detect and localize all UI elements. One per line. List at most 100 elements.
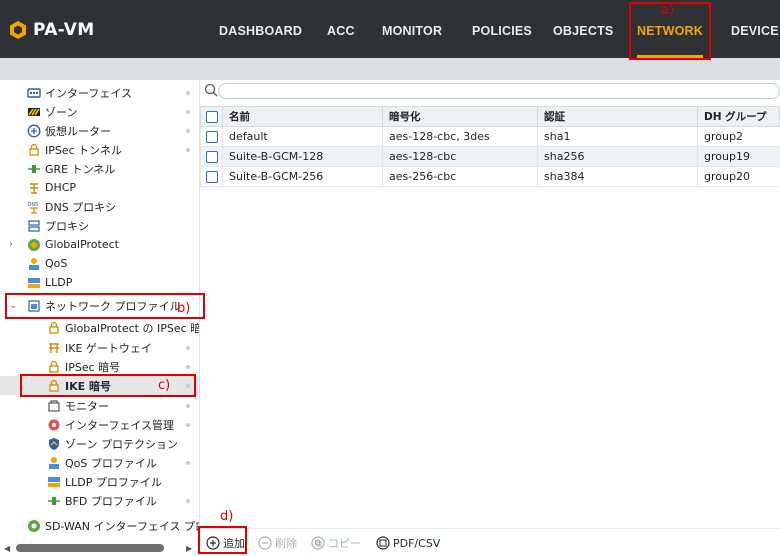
search-input[interactable] bbox=[218, 83, 780, 99]
row-name-link[interactable]: default bbox=[222, 126, 383, 147]
interface-icon bbox=[27, 87, 41, 98]
tab-policies[interactable]: POLICIES bbox=[472, 0, 532, 58]
table-row[interactable]: default aes-128-cbc, 3des sha1 group2 bbox=[200, 126, 780, 147]
collapse-arrow-icon[interactable]: ⌄ bbox=[9, 300, 17, 311]
column-header-dh-group[interactable]: DH グループ bbox=[697, 106, 780, 127]
sidebar-item-ike-gateways[interactable]: IKE ゲートウェイ bbox=[0, 338, 199, 357]
copy-button[interactable]: コピー bbox=[311, 534, 361, 552]
monitor-icon bbox=[48, 399, 60, 412]
plus-circle-icon bbox=[206, 536, 220, 550]
sidebar-item-label: DHCP bbox=[45, 181, 77, 194]
row-checkbox-cell[interactable] bbox=[200, 126, 223, 147]
status-dot bbox=[186, 499, 190, 503]
delete-button[interactable]: 削除 bbox=[258, 534, 297, 552]
tab-acc[interactable]: ACC bbox=[327, 0, 355, 58]
delete-button-label: 削除 bbox=[275, 537, 297, 550]
tab-monitor[interactable]: MONITOR bbox=[382, 0, 442, 58]
sidebar-item-qos[interactable]: QoS bbox=[0, 254, 199, 273]
minus-circle-icon bbox=[258, 536, 272, 550]
row-authentication: sha1 bbox=[537, 126, 698, 147]
add-button-label: 追加 bbox=[223, 537, 245, 550]
bfd-profile-icon bbox=[48, 496, 60, 505]
status-dot bbox=[186, 365, 190, 369]
sidebar-item-interface-mgmt[interactable]: インターフェイス管理 bbox=[0, 415, 199, 434]
sidebar-item-globalprotect[interactable]: › GlobalProtect bbox=[0, 235, 199, 254]
ike-gateway-icon bbox=[49, 342, 59, 353]
column-header-encryption[interactable]: 暗号化 bbox=[382, 106, 538, 127]
sidebar-item-zone-protection[interactable]: ゾーン プロテクション bbox=[0, 434, 199, 453]
sidebar-item-zones[interactable]: ゾーン bbox=[0, 102, 199, 121]
ike-crypto-table: 名前 暗号化 認証 DH グループ default aes-128-cbc, 3… bbox=[200, 106, 780, 187]
scroll-right-arrow-icon[interactable]: ▶ bbox=[186, 544, 192, 553]
sidebar-item-proxy[interactable]: プロキシ bbox=[0, 216, 199, 235]
sidebar-item-label: 仮想ルーター bbox=[45, 124, 111, 138]
annotation-label-d: d) bbox=[220, 509, 234, 524]
pdf-csv-button[interactable]: PDF/CSV bbox=[376, 534, 440, 552]
scrollbar-thumb[interactable] bbox=[16, 544, 164, 552]
tab-device[interactable]: DEVICE bbox=[731, 0, 779, 58]
row-checkbox[interactable] bbox=[205, 131, 218, 143]
gre-tunnel-icon bbox=[28, 164, 40, 173]
sidebar-item-label: インターフェイス bbox=[45, 86, 133, 100]
column-header-authentication[interactable]: 認証 bbox=[537, 106, 698, 127]
column-header-name[interactable]: 名前 bbox=[222, 106, 383, 127]
search-icon bbox=[204, 83, 218, 97]
lock-icon bbox=[49, 379, 59, 392]
sidebar-item-ipsec-crypto[interactable]: IPSec 暗号 bbox=[0, 357, 199, 376]
select-all-header[interactable] bbox=[200, 106, 223, 127]
sidebar-item-label: QoS プロファイル bbox=[65, 456, 157, 470]
qos-profile-icon bbox=[49, 456, 59, 469]
virtual-router-icon bbox=[27, 124, 41, 137]
zone-icon bbox=[28, 107, 40, 116]
sidebar-item-label: GlobalProtect の IPSec 暗号 bbox=[65, 321, 200, 335]
sidebar-navigation: インターフェイス ゾーン 仮想ルーター IPSec トンネル GRE トンネル … bbox=[0, 80, 200, 556]
row-checkbox[interactable] bbox=[205, 171, 218, 183]
app-logo[interactable]: PA-VM bbox=[8, 19, 94, 41]
sidebar-item-sdwan-interface-profile[interactable]: SD-WAN インターフェイス プロファイル bbox=[0, 516, 199, 535]
main-content: 名前 暗号化 認証 DH グループ default aes-128-cbc, 3… bbox=[200, 80, 780, 556]
pdf-csv-button-label: PDF/CSV bbox=[393, 536, 441, 550]
row-dh-group: group20 bbox=[697, 166, 780, 187]
sidebar-item-ipsec-tunnels[interactable]: IPSec トンネル bbox=[0, 140, 199, 159]
ipsec-tunnel-icon bbox=[29, 143, 39, 156]
sidebar-item-qos-profile[interactable]: QoS プロファイル bbox=[0, 453, 199, 472]
qos-icon bbox=[29, 257, 39, 270]
tab-dashboard[interactable]: DASHBOARD bbox=[219, 0, 302, 58]
sidebar-item-lldp-profile[interactable]: LLDP プロファイル bbox=[0, 472, 199, 491]
sidebar-item-label: BFD プロファイル bbox=[65, 494, 157, 508]
interface-mgmt-icon bbox=[48, 419, 60, 430]
sidebar-item-dns-proxy[interactable]: DNS DNS プロキシ bbox=[0, 197, 199, 216]
table-row[interactable]: Suite-B-GCM-128 aes-128-cbc sha256 group… bbox=[200, 146, 780, 167]
sidebar-item-dhcp[interactable]: DHCP bbox=[0, 178, 199, 197]
proxy-icon bbox=[28, 219, 40, 232]
add-button[interactable]: 追加 bbox=[206, 534, 245, 552]
row-checkbox[interactable] bbox=[205, 151, 218, 163]
sidebar-item-label: IKE 暗号 bbox=[65, 379, 111, 393]
row-checkbox-cell[interactable] bbox=[200, 146, 223, 167]
sidebar-item-gre-tunnels[interactable]: GRE トンネル bbox=[0, 159, 199, 178]
scroll-left-arrow-icon[interactable]: ◀ bbox=[4, 544, 10, 553]
status-dot bbox=[186, 423, 190, 427]
sidebar-item-monitor[interactable]: モニター bbox=[0, 396, 199, 415]
sidebar-item-interfaces[interactable]: インターフェイス bbox=[0, 83, 199, 102]
select-all-checkbox[interactable] bbox=[205, 110, 218, 123]
row-encryption: aes-256-cbc bbox=[382, 166, 538, 187]
sidebar-item-bfd-profile[interactable]: BFD プロファイル bbox=[0, 491, 199, 510]
sidebar-item-label: SD-WAN インターフェイス プロファイル bbox=[45, 519, 199, 533]
row-name-link[interactable]: Suite-B-GCM-128 bbox=[222, 146, 383, 167]
expand-arrow-icon[interactable]: › bbox=[9, 239, 13, 250]
sidebar-item-globalprotect-ipsec-crypto[interactable]: GlobalProtect の IPSec 暗号 bbox=[0, 318, 200, 337]
sidebar-item-label: ゾーン bbox=[45, 105, 78, 119]
status-dot bbox=[186, 346, 190, 350]
sidebar-horizontal-scrollbar[interactable]: ◀ ▶ bbox=[4, 543, 198, 553]
sidebar-item-network-profiles[interactable]: ⌄ ネットワーク プロファイル bbox=[0, 296, 199, 315]
sidebar-item-virtual-routers[interactable]: 仮想ルーター bbox=[0, 121, 199, 140]
row-checkbox-cell[interactable] bbox=[200, 166, 223, 187]
sidebar-item-lldp[interactable]: LLDP bbox=[0, 273, 199, 292]
network-profile-icon bbox=[28, 299, 40, 312]
sidebar-item-label: IPSec トンネル bbox=[45, 143, 122, 157]
row-name-link[interactable]: Suite-B-GCM-256 bbox=[222, 166, 383, 187]
row-dh-group: group19 bbox=[697, 146, 780, 167]
tab-objects[interactable]: OBJECTS bbox=[553, 0, 613, 58]
table-row[interactable]: Suite-B-GCM-256 aes-256-cbc sha384 group… bbox=[200, 166, 780, 187]
